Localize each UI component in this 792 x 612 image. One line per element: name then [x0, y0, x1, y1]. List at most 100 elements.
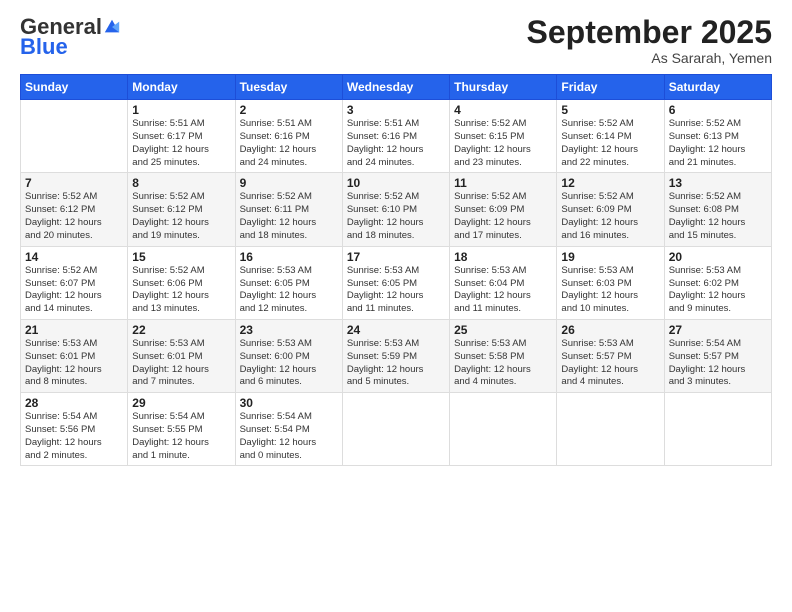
day-number: 25: [454, 323, 552, 337]
day-info: Sunrise: 5:53 AMSunset: 6:05 PMDaylight:…: [347, 265, 445, 316]
logo-blue: Blue: [20, 35, 68, 59]
day-info: Sunrise: 5:54 AMSunset: 5:56 PMDaylight:…: [25, 411, 123, 462]
day-info: Sunrise: 5:52 AMSunset: 6:06 PMDaylight:…: [132, 265, 230, 316]
location-subtitle: As Sararah, Yemen: [527, 50, 772, 66]
table-row: 27Sunrise: 5:54 AMSunset: 5:57 PMDayligh…: [664, 319, 771, 392]
day-info: Sunrise: 5:51 AMSunset: 6:16 PMDaylight:…: [347, 118, 445, 169]
day-info: Sunrise: 5:52 AMSunset: 6:07 PMDaylight:…: [25, 265, 123, 316]
day-info: Sunrise: 5:53 AMSunset: 6:00 PMDaylight:…: [240, 338, 338, 389]
day-info: Sunrise: 5:51 AMSunset: 6:16 PMDaylight:…: [240, 118, 338, 169]
day-number: 24: [347, 323, 445, 337]
col-monday: Monday: [128, 75, 235, 100]
col-tuesday: Tuesday: [235, 75, 342, 100]
col-saturday: Saturday: [664, 75, 771, 100]
table-row: 20Sunrise: 5:53 AMSunset: 6:02 PMDayligh…: [664, 246, 771, 319]
table-row: 29Sunrise: 5:54 AMSunset: 5:55 PMDayligh…: [128, 393, 235, 466]
day-number: 11: [454, 176, 552, 190]
table-row: [557, 393, 664, 466]
day-number: 28: [25, 396, 123, 410]
day-info: Sunrise: 5:52 AMSunset: 6:12 PMDaylight:…: [25, 191, 123, 242]
table-row: 28Sunrise: 5:54 AMSunset: 5:56 PMDayligh…: [21, 393, 128, 466]
day-info: Sunrise: 5:53 AMSunset: 6:02 PMDaylight:…: [669, 265, 767, 316]
table-row: 19Sunrise: 5:53 AMSunset: 6:03 PMDayligh…: [557, 246, 664, 319]
day-number: 2: [240, 103, 338, 117]
day-number: 10: [347, 176, 445, 190]
header: General Blue September 2025 As Sararah, …: [20, 15, 772, 66]
logo: General Blue: [20, 15, 121, 59]
table-row: 6Sunrise: 5:52 AMSunset: 6:13 PMDaylight…: [664, 100, 771, 173]
day-number: 22: [132, 323, 230, 337]
calendar-header-row: Sunday Monday Tuesday Wednesday Thursday…: [21, 75, 772, 100]
day-number: 23: [240, 323, 338, 337]
day-info: Sunrise: 5:52 AMSunset: 6:08 PMDaylight:…: [669, 191, 767, 242]
day-number: 8: [132, 176, 230, 190]
day-number: 9: [240, 176, 338, 190]
table-row: 4Sunrise: 5:52 AMSunset: 6:15 PMDaylight…: [450, 100, 557, 173]
day-number: 18: [454, 250, 552, 264]
table-row: 11Sunrise: 5:52 AMSunset: 6:09 PMDayligh…: [450, 173, 557, 246]
table-row: 30Sunrise: 5:54 AMSunset: 5:54 PMDayligh…: [235, 393, 342, 466]
table-row: 7Sunrise: 5:52 AMSunset: 6:12 PMDaylight…: [21, 173, 128, 246]
day-number: 12: [561, 176, 659, 190]
day-info: Sunrise: 5:53 AMSunset: 6:01 PMDaylight:…: [25, 338, 123, 389]
day-number: 5: [561, 103, 659, 117]
table-row: 26Sunrise: 5:53 AMSunset: 5:57 PMDayligh…: [557, 319, 664, 392]
table-row: [664, 393, 771, 466]
day-number: 15: [132, 250, 230, 264]
calendar-table: Sunday Monday Tuesday Wednesday Thursday…: [20, 74, 772, 466]
day-number: 17: [347, 250, 445, 264]
table-row: 24Sunrise: 5:53 AMSunset: 5:59 PMDayligh…: [342, 319, 449, 392]
day-info: Sunrise: 5:52 AMSunset: 6:14 PMDaylight:…: [561, 118, 659, 169]
day-info: Sunrise: 5:52 AMSunset: 6:12 PMDaylight:…: [132, 191, 230, 242]
day-info: Sunrise: 5:52 AMSunset: 6:09 PMDaylight:…: [561, 191, 659, 242]
day-info: Sunrise: 5:53 AMSunset: 6:03 PMDaylight:…: [561, 265, 659, 316]
table-row: [450, 393, 557, 466]
table-row: 15Sunrise: 5:52 AMSunset: 6:06 PMDayligh…: [128, 246, 235, 319]
day-number: 7: [25, 176, 123, 190]
day-info: Sunrise: 5:51 AMSunset: 6:17 PMDaylight:…: [132, 118, 230, 169]
day-number: 27: [669, 323, 767, 337]
day-number: 20: [669, 250, 767, 264]
day-info: Sunrise: 5:53 AMSunset: 6:04 PMDaylight:…: [454, 265, 552, 316]
day-info: Sunrise: 5:54 AMSunset: 5:54 PMDaylight:…: [240, 411, 338, 462]
table-row: 23Sunrise: 5:53 AMSunset: 6:00 PMDayligh…: [235, 319, 342, 392]
day-number: 3: [347, 103, 445, 117]
day-info: Sunrise: 5:52 AMSunset: 6:13 PMDaylight:…: [669, 118, 767, 169]
day-info: Sunrise: 5:53 AMSunset: 5:59 PMDaylight:…: [347, 338, 445, 389]
col-sunday: Sunday: [21, 75, 128, 100]
page: General Blue September 2025 As Sararah, …: [0, 0, 792, 612]
table-row: 16Sunrise: 5:53 AMSunset: 6:05 PMDayligh…: [235, 246, 342, 319]
day-number: 6: [669, 103, 767, 117]
day-info: Sunrise: 5:53 AMSunset: 6:01 PMDaylight:…: [132, 338, 230, 389]
table-row: 21Sunrise: 5:53 AMSunset: 6:01 PMDayligh…: [21, 319, 128, 392]
month-title: September 2025: [527, 15, 772, 50]
day-number: 14: [25, 250, 123, 264]
table-row: 8Sunrise: 5:52 AMSunset: 6:12 PMDaylight…: [128, 173, 235, 246]
day-info: Sunrise: 5:52 AMSunset: 6:11 PMDaylight:…: [240, 191, 338, 242]
table-row: 18Sunrise: 5:53 AMSunset: 6:04 PMDayligh…: [450, 246, 557, 319]
table-row: 10Sunrise: 5:52 AMSunset: 6:10 PMDayligh…: [342, 173, 449, 246]
table-row: 2Sunrise: 5:51 AMSunset: 6:16 PMDaylight…: [235, 100, 342, 173]
day-number: 16: [240, 250, 338, 264]
day-info: Sunrise: 5:53 AMSunset: 6:05 PMDaylight:…: [240, 265, 338, 316]
table-row: 9Sunrise: 5:52 AMSunset: 6:11 PMDaylight…: [235, 173, 342, 246]
table-row: 25Sunrise: 5:53 AMSunset: 5:58 PMDayligh…: [450, 319, 557, 392]
day-number: 19: [561, 250, 659, 264]
table-row: [342, 393, 449, 466]
day-number: 1: [132, 103, 230, 117]
day-info: Sunrise: 5:52 AMSunset: 6:10 PMDaylight:…: [347, 191, 445, 242]
title-block: September 2025 As Sararah, Yemen: [527, 15, 772, 66]
table-row: 13Sunrise: 5:52 AMSunset: 6:08 PMDayligh…: [664, 173, 771, 246]
day-info: Sunrise: 5:54 AMSunset: 5:55 PMDaylight:…: [132, 411, 230, 462]
day-info: Sunrise: 5:54 AMSunset: 5:57 PMDaylight:…: [669, 338, 767, 389]
table-row: 17Sunrise: 5:53 AMSunset: 6:05 PMDayligh…: [342, 246, 449, 319]
table-row: 3Sunrise: 5:51 AMSunset: 6:16 PMDaylight…: [342, 100, 449, 173]
logo-icon: [103, 18, 121, 36]
day-number: 4: [454, 103, 552, 117]
table-row: 12Sunrise: 5:52 AMSunset: 6:09 PMDayligh…: [557, 173, 664, 246]
table-row: [21, 100, 128, 173]
day-number: 26: [561, 323, 659, 337]
day-number: 21: [25, 323, 123, 337]
table-row: 5Sunrise: 5:52 AMSunset: 6:14 PMDaylight…: [557, 100, 664, 173]
col-thursday: Thursday: [450, 75, 557, 100]
